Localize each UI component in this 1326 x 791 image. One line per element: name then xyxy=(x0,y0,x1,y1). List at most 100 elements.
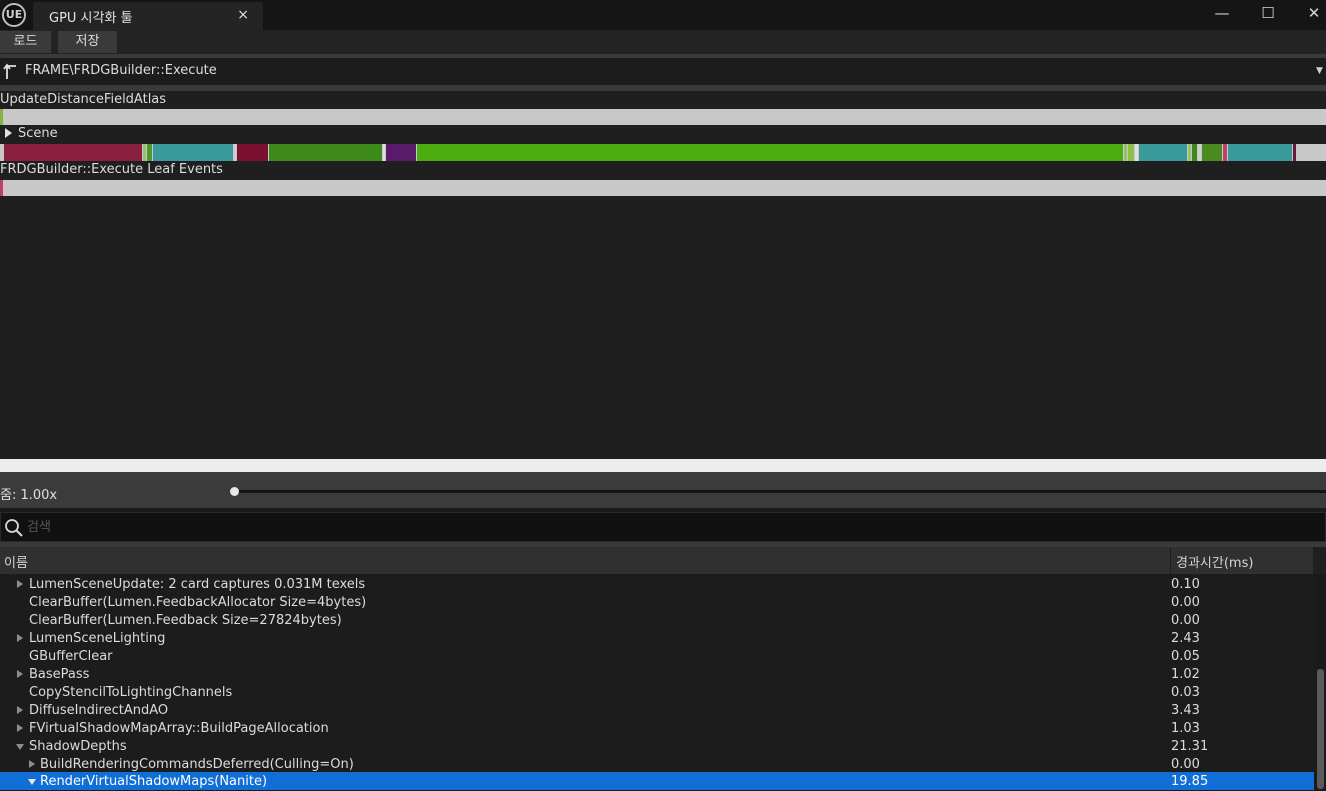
table-row[interactable]: ClearBuffer(Lumen.FeedbackAllocator Size… xyxy=(0,593,1314,611)
timeline-divider xyxy=(0,459,1326,472)
row-name: FVirtualShadowMapArray::BuildPageAllocat… xyxy=(29,721,329,736)
close-window-button[interactable]: ✕ xyxy=(1300,2,1326,26)
navigate-up-icon[interactable] xyxy=(3,62,17,80)
zoom-bar: 줌: 1.00x xyxy=(0,472,1326,508)
expand-arrow-icon[interactable] xyxy=(17,634,23,642)
timeline-event-bar[interactable] xyxy=(237,144,268,161)
timeline-view[interactable]: UpdateDistanceFieldAtlas Scene FRDGBuild… xyxy=(0,91,1326,459)
search-input[interactable] xyxy=(27,516,1307,538)
table-header: 이름 경과시간(ms) xyxy=(0,547,1326,574)
row-time: 0.00 xyxy=(1171,613,1200,628)
row-name: RenderVirtualShadowMaps(Nanite) xyxy=(40,774,268,789)
timeline-row-label: FRDGBuilder::Execute Leaf Events xyxy=(0,162,223,177)
timeline-track[interactable] xyxy=(0,109,1326,125)
header-spacer xyxy=(1313,547,1326,574)
toolbar: 로드 저장 xyxy=(0,30,1326,54)
column-header-name[interactable]: 이름 xyxy=(4,552,28,571)
scene-timeline-track[interactable] xyxy=(0,144,1326,161)
timeline-event-bar[interactable] xyxy=(1192,144,1197,161)
row-time: 0.10 xyxy=(1171,577,1200,592)
table-row[interactable]: GBufferClear 0.05 xyxy=(0,647,1314,665)
row-time: 2.43 xyxy=(1171,631,1200,646)
zoom-label: 줌: 1.00x xyxy=(0,488,58,503)
expand-arrow-icon[interactable] xyxy=(5,128,12,138)
table-row[interactable]: BuildRenderingCommandsDeferred(Culling=O… xyxy=(0,755,1314,773)
table-row[interactable]: LumenSceneLighting 2.43 xyxy=(0,629,1314,647)
save-button[interactable]: 저장 xyxy=(58,31,117,53)
timeline-event-bar[interactable] xyxy=(1124,144,1127,161)
row-name: DiffuseIndirectAndAO xyxy=(29,703,169,718)
collapse-arrow-icon[interactable] xyxy=(28,779,36,785)
timeline-event-bar[interactable] xyxy=(153,144,233,161)
expand-arrow-icon[interactable] xyxy=(29,760,35,768)
zoom-slider-track[interactable] xyxy=(234,490,1326,493)
expand-arrow-icon[interactable] xyxy=(17,706,23,714)
row-time: 1.03 xyxy=(1171,721,1200,736)
row-name: GBufferClear xyxy=(29,649,113,664)
timeline-event-bar[interactable] xyxy=(1135,144,1138,161)
timeline-event-bar[interactable] xyxy=(1188,144,1191,161)
timeline-event-bar[interactable] xyxy=(269,144,382,161)
title-bar: UE GPU 시각화 툴 × — ☐ ✕ xyxy=(0,0,1326,30)
table-row-selected[interactable]: RenderVirtualShadowMaps(Nanite) 19.85 xyxy=(0,772,1314,790)
timeline-event-bar[interactable] xyxy=(386,144,416,161)
table-scrollbar[interactable] xyxy=(1314,574,1326,791)
column-header-elapsed-time[interactable]: 경과시간(ms) xyxy=(1176,552,1253,571)
scrollbar-thumb[interactable] xyxy=(1317,669,1324,789)
timeline-event-bar[interactable] xyxy=(147,144,152,161)
table-row[interactable]: DiffuseIndirectAndAO 3.43 xyxy=(0,701,1314,719)
expand-arrow-icon[interactable] xyxy=(17,580,23,588)
timeline-event-bar[interactable] xyxy=(1128,144,1134,161)
row-name: ClearBuffer(Lumen.FeedbackAllocator Size… xyxy=(29,595,367,610)
row-time: 21.31 xyxy=(1171,739,1209,754)
expand-arrow-icon[interactable] xyxy=(17,670,23,678)
timeline-event-bar[interactable] xyxy=(1139,144,1187,161)
table-row[interactable]: FVirtualShadowMapArray::BuildPageAllocat… xyxy=(0,719,1314,737)
timeline-event-bar[interactable] xyxy=(1228,144,1292,161)
table-row[interactable]: BasePass 1.02 xyxy=(0,665,1314,683)
column-divider[interactable] xyxy=(1170,547,1171,574)
minimize-button[interactable]: — xyxy=(1208,2,1236,26)
timeline-event-bar[interactable] xyxy=(417,144,1123,161)
timeline-event-bar[interactable] xyxy=(1198,144,1201,161)
timeline-event-bar[interactable] xyxy=(234,144,236,161)
timeline-event-bar[interactable] xyxy=(0,180,3,196)
row-name: CopyStencilToLightingChannels xyxy=(29,685,233,700)
maximize-button[interactable]: ☐ xyxy=(1254,2,1282,26)
table-row[interactable]: LumenSceneUpdate: 2 card captures 0.031M… xyxy=(0,575,1314,593)
tab-gpu-visualizer[interactable]: GPU 시각화 툴 × xyxy=(33,2,263,30)
timeline-event-bar[interactable] xyxy=(1293,144,1296,161)
timeline-row-label: UpdateDistanceFieldAtlas xyxy=(0,92,167,107)
timeline-event-bar[interactable] xyxy=(383,144,385,161)
row-time: 19.85 xyxy=(1171,774,1209,789)
load-button[interactable]: 로드 xyxy=(0,31,51,53)
row-time: 3.43 xyxy=(1171,703,1200,718)
timeline-event-bar[interactable] xyxy=(1202,144,1222,161)
timeline-event-bar[interactable] xyxy=(1223,144,1227,161)
breadcrumb-path[interactable]: FRAME\FRDGBuilder::Execute xyxy=(25,63,217,78)
event-table: LumenSceneUpdate: 2 card captures 0.031M… xyxy=(0,574,1326,791)
search-bar xyxy=(0,512,1326,542)
row-time: 0.03 xyxy=(1171,685,1200,700)
table-row[interactable]: ShadowDepths 21.31 xyxy=(0,737,1314,755)
row-time: 0.00 xyxy=(1171,757,1200,772)
expand-arrow-icon[interactable] xyxy=(17,724,23,732)
breadcrumb: FRAME\FRDGBuilder::Execute ▼ xyxy=(0,58,1326,85)
row-name: LumenSceneLighting xyxy=(29,631,166,646)
table-row[interactable]: ClearBuffer(Lumen.Feedback Size=27824byt… xyxy=(0,611,1314,629)
chevron-down-icon[interactable]: ▼ xyxy=(1316,66,1323,76)
row-name: LumenSceneUpdate: 2 card captures 0.031M… xyxy=(29,577,366,592)
collapse-arrow-icon[interactable] xyxy=(16,744,24,750)
timeline-track[interactable] xyxy=(0,180,1326,196)
unreal-logo-icon: UE xyxy=(2,3,26,27)
row-name: ClearBuffer(Lumen.Feedback Size=27824byt… xyxy=(29,613,342,628)
table-row[interactable]: CopyStencilToLightingChannels 0.03 xyxy=(0,683,1314,701)
zoom-slider-handle[interactable] xyxy=(230,487,239,496)
timeline-event-bar[interactable] xyxy=(4,144,142,161)
timeline-event-bar[interactable] xyxy=(0,109,3,125)
row-time: 1.02 xyxy=(1171,667,1200,682)
tab-close-icon[interactable]: × xyxy=(237,7,249,23)
timeline-event-bar[interactable] xyxy=(143,144,146,161)
row-time: 0.05 xyxy=(1171,649,1200,664)
timeline-row-label-scene: Scene xyxy=(18,126,58,141)
